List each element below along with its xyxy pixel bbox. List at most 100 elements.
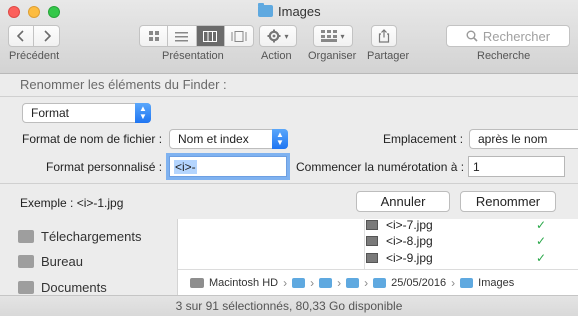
chevron-right-icon: › <box>283 275 288 290</box>
rename-mode-value: Format <box>31 106 70 120</box>
view-control <box>139 25 254 47</box>
chevron-right-icon <box>43 30 51 42</box>
window-title-text: Images <box>278 3 321 19</box>
search-placeholder: Rechercher <box>482 28 551 44</box>
folder-icon[interactable] <box>319 277 333 288</box>
documents-folder-icon <box>18 280 34 294</box>
share-icon <box>378 29 390 43</box>
hard-drive-icon <box>190 277 204 288</box>
chevron-right-icon: › <box>451 275 456 290</box>
action-button[interactable]: ▾ <box>259 25 297 47</box>
checkmark-icon: ✓ <box>536 233 547 248</box>
back-button[interactable] <box>9 26 34 46</box>
arrange-label: Organiser <box>308 50 357 62</box>
cancel-button[interactable]: Annuler <box>356 191 450 212</box>
name-format-value: Nom et index <box>178 132 249 146</box>
checkmark-icon: ✓ <box>536 217 547 232</box>
folder-icon <box>373 277 387 288</box>
gear-icon <box>267 29 281 43</box>
back-forward-control <box>8 25 60 47</box>
file-list: <i>-7.jpg ✓ <i>-8.jpg ✓ <i>-9.jpg ✓ <box>178 216 578 269</box>
sidebar-item-label: Documents <box>41 279 107 295</box>
sidebar-item-label: Bureau <box>41 253 83 269</box>
list-item[interactable]: <i>-9.jpg ✓ <box>366 249 566 266</box>
path-bar: Macintosh HD › › › › 25/05/2016 › Images <box>178 269 578 295</box>
forward-button[interactable] <box>34 26 59 46</box>
sidebar-item-label: Télechargements <box>41 228 142 244</box>
window-title: Images <box>258 3 321 19</box>
chevron-right-icon: › <box>364 275 369 290</box>
icon-view-button[interactable] <box>140 26 169 46</box>
start-numbers-label: Commencer la numérotation à : <box>296 160 465 174</box>
path-item[interactable]: 25/05/2016 <box>391 277 446 289</box>
arrange-grid-icon <box>321 30 338 42</box>
where-popup[interactable]: après le nom <box>469 129 578 149</box>
sidebar: Télechargements Bureau Documents <box>0 219 178 295</box>
path-item[interactable]: Macintosh HD <box>209 277 278 289</box>
minimize-window-button[interactable] <box>28 6 40 18</box>
column-divider <box>364 219 365 269</box>
rename-sheet: Renommer les éléments du Finder : Format… <box>0 74 578 219</box>
chevron-left-icon <box>17 30 24 42</box>
folder-icon[interactable] <box>346 277 360 288</box>
custom-format-value: <i>- <box>174 159 197 174</box>
list-view-button[interactable] <box>168 26 197 46</box>
folder-icon[interactable] <box>292 277 306 288</box>
image-file-icon <box>366 252 378 263</box>
rename-sheet-title: Renommer les éléments du Finder : <box>20 77 227 92</box>
share-button[interactable] <box>371 25 397 47</box>
image-file-icon <box>366 235 378 246</box>
sidebar-item-documents[interactable]: Documents <box>18 278 107 296</box>
downloads-folder-icon <box>18 229 34 243</box>
columns-icon <box>203 30 218 42</box>
chevron-right-icon: › <box>337 275 342 290</box>
column-view-button[interactable] <box>196 26 225 46</box>
list-item[interactable]: <i>-7.jpg ✓ <box>366 216 566 233</box>
toolbar: Images Précédent Présentation ▾ Action ▾… <box>0 0 578 74</box>
coverflow-icon <box>231 30 247 42</box>
name-format-label: Format de nom de fichier : <box>22 132 163 146</box>
example-text: Exemple : <i>-1.jpg <box>20 196 124 210</box>
zoom-window-button[interactable] <box>48 6 60 18</box>
back-label: Précédent <box>9 50 60 62</box>
view-label: Présentation <box>162 50 224 62</box>
search-input[interactable]: Rechercher <box>446 25 570 47</box>
chevron-down-icon: ▾ <box>340 31 345 41</box>
start-numbers-value: 1 <box>473 159 480 174</box>
chevron-right-icon: › <box>310 275 315 290</box>
share-label: Partager <box>367 50 410 62</box>
close-window-button[interactable] <box>8 6 20 18</box>
finder-window: Images Précédent Présentation ▾ Action ▾… <box>0 0 578 316</box>
popup-arrows-icon: ▲ ▼ <box>272 129 288 149</box>
popup-arrows-icon: ▲ ▼ <box>135 103 151 123</box>
file-name: <i>-7.jpg <box>386 217 433 232</box>
custom-format-field[interactable]: <i>- <box>166 153 290 180</box>
name-format-popup[interactable]: Nom et index ▲ ▼ <box>169 129 288 149</box>
folder-icon <box>258 3 273 17</box>
desktop-folder-icon <box>18 254 34 268</box>
sidebar-item-downloads[interactable]: Télechargements <box>18 227 141 245</box>
search-icon <box>466 30 478 42</box>
chevron-down-icon: ▾ <box>284 31 289 41</box>
list-item[interactable]: <i>-8.jpg ✓ <box>366 232 566 249</box>
folder-icon <box>460 277 474 288</box>
path-item[interactable]: Images <box>478 277 514 289</box>
file-name: <i>-8.jpg <box>386 233 433 248</box>
gallery-view-button[interactable] <box>225 26 253 46</box>
status-text: 3 sur 91 sélectionnés, 80,33 Go disponib… <box>175 299 403 313</box>
sidebar-item-desktop[interactable]: Bureau <box>18 252 83 270</box>
where-label: Emplacement : <box>383 132 464 146</box>
list-icon <box>175 31 189 41</box>
divider <box>0 96 578 97</box>
start-numbers-field[interactable]: 1 <box>468 156 565 177</box>
image-file-icon <box>366 219 378 230</box>
checkmark-icon: ✓ <box>536 250 547 265</box>
action-label: Action <box>261 50 292 62</box>
arrange-button[interactable]: ▾ <box>313 25 353 47</box>
search-label: Recherche <box>477 50 531 62</box>
rename-mode-popup[interactable]: Format ▲ ▼ <box>22 103 151 123</box>
rename-button[interactable]: Renommer <box>460 191 556 212</box>
grid-icon <box>148 31 159 41</box>
custom-format-label: Format personnalisé : <box>46 160 163 174</box>
file-name: <i>-9.jpg <box>386 250 433 265</box>
